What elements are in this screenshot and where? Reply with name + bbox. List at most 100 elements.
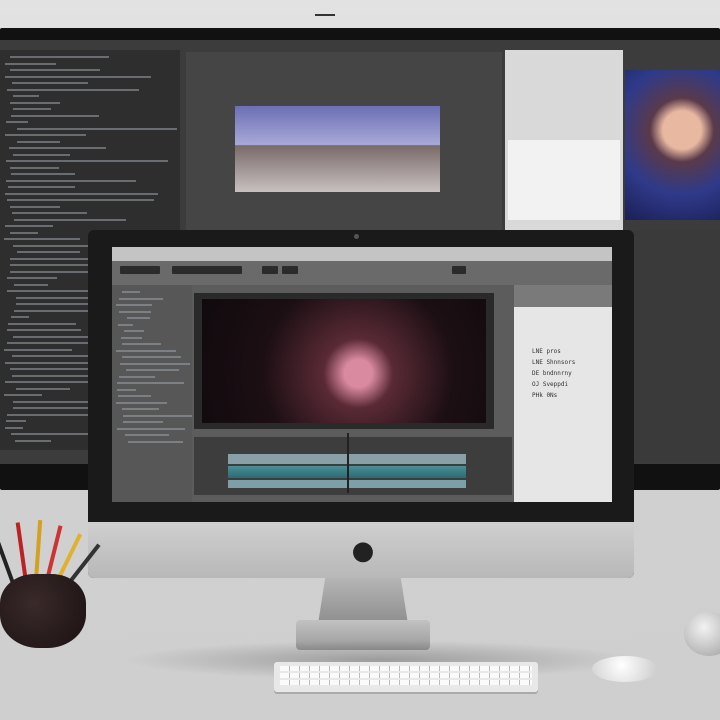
code-line: [125, 434, 169, 436]
code-line: [126, 369, 179, 371]
code-line: [127, 317, 150, 319]
code-line: [119, 297, 163, 300]
code-line: [5, 62, 56, 65]
keyboard: [274, 662, 538, 692]
code-line: [13, 153, 70, 156]
code-line: [15, 439, 51, 442]
code-line: [122, 343, 161, 345]
playhead[interactable]: [347, 433, 349, 493]
code-line: [11, 114, 99, 117]
code-line: [117, 427, 185, 430]
app-toolbar[interactable]: [112, 261, 612, 285]
code-line: [10, 166, 59, 169]
code-line: [128, 440, 183, 443]
code-line: [122, 356, 181, 358]
code-line: [6, 160, 168, 162]
code-line: [5, 426, 23, 429]
effects-panel-line: OJ Sveppdi: [532, 381, 569, 388]
pencil: [34, 520, 43, 581]
mouse: [592, 656, 658, 682]
code-line: [10, 205, 60, 208]
key-row: [280, 673, 532, 678]
code-line: [4, 348, 72, 351]
code-line: [5, 134, 86, 136]
code-line: [5, 75, 151, 78]
code-line: [5, 192, 158, 195]
code-line: [10, 69, 100, 71]
code-line: [10, 270, 90, 273]
layers-panel: [625, 230, 720, 462]
code-line: [14, 218, 126, 221]
code-line: [116, 304, 152, 306]
effects-panel-line: PHk 0Ns: [532, 392, 558, 399]
apple-logo-icon: ●: [351, 536, 375, 566]
code-line: [10, 56, 109, 58]
code-line: [119, 375, 155, 378]
app-menubar[interactable]: [112, 247, 612, 261]
code-line: [12, 82, 88, 84]
code-line: [123, 421, 163, 423]
toolbar-button[interactable]: [452, 266, 466, 274]
code-line: [117, 382, 184, 384]
code-line: [9, 147, 106, 149]
effects-panel[interactable]: [514, 285, 612, 502]
key-row: [280, 666, 532, 671]
code-line: [118, 395, 151, 397]
project-panel[interactable]: [112, 285, 192, 502]
toolbar-button[interactable]: [120, 266, 160, 274]
code-line: [10, 231, 38, 234]
code-line: [8, 322, 76, 325]
code-line: [7, 277, 57, 279]
code-line: [8, 186, 75, 188]
code-line: [124, 330, 144, 332]
code-line: [17, 251, 80, 253]
code-line: [116, 401, 167, 404]
code-line: [10, 101, 60, 104]
pencil-cup: [0, 574, 86, 648]
code-line: [17, 140, 60, 143]
effects-panel-line: LNE pros: [532, 348, 561, 355]
code-line: [12, 374, 97, 377]
code-line: [116, 349, 176, 352]
code-line: [16, 387, 70, 390]
code-line: [4, 394, 42, 396]
code-line: [7, 199, 154, 201]
code-line: [13, 95, 39, 97]
portrait-photo: [625, 70, 720, 220]
pencil: [15, 522, 28, 583]
code-line: [5, 225, 53, 227]
code-line: [4, 238, 80, 240]
toolbar-button[interactable]: [172, 266, 242, 274]
code-line: [122, 291, 140, 293]
imac-stand: [318, 578, 408, 624]
code-line: [17, 127, 177, 130]
code-line: [117, 388, 136, 391]
key-row: [280, 680, 532, 685]
code-line: [7, 329, 81, 331]
code-line: [122, 408, 159, 410]
pencil: [0, 528, 16, 587]
properties-subpanel: [508, 140, 620, 220]
code-line: [6, 420, 26, 422]
code-line: [11, 173, 75, 175]
effects-panel-line: DE bndnnrny: [532, 370, 572, 377]
preview-video-frame: [235, 106, 440, 192]
effects-panel-header: [514, 285, 612, 307]
imac-screen: LNE pros LNE Shnnsors DE bndnnrny OJ Sve…: [112, 247, 612, 502]
code-line: [6, 121, 28, 123]
code-line: [118, 323, 133, 326]
code-line: [12, 355, 93, 357]
code-line: [123, 414, 192, 417]
effects-panel-line: LNE Shnnsors: [532, 359, 576, 366]
toolbar-button[interactable]: [262, 266, 278, 274]
code-line: [11, 316, 29, 318]
code-line: [121, 336, 142, 339]
code-line: [12, 212, 87, 214]
code-line: [7, 88, 139, 91]
camera-dot: [354, 234, 359, 239]
code-line: [10, 257, 99, 260]
toolbar-button[interactable]: [282, 266, 298, 274]
code-line: [119, 310, 151, 313]
ceiling-mark: [315, 14, 335, 16]
video-viewer[interactable]: [202, 299, 486, 423]
